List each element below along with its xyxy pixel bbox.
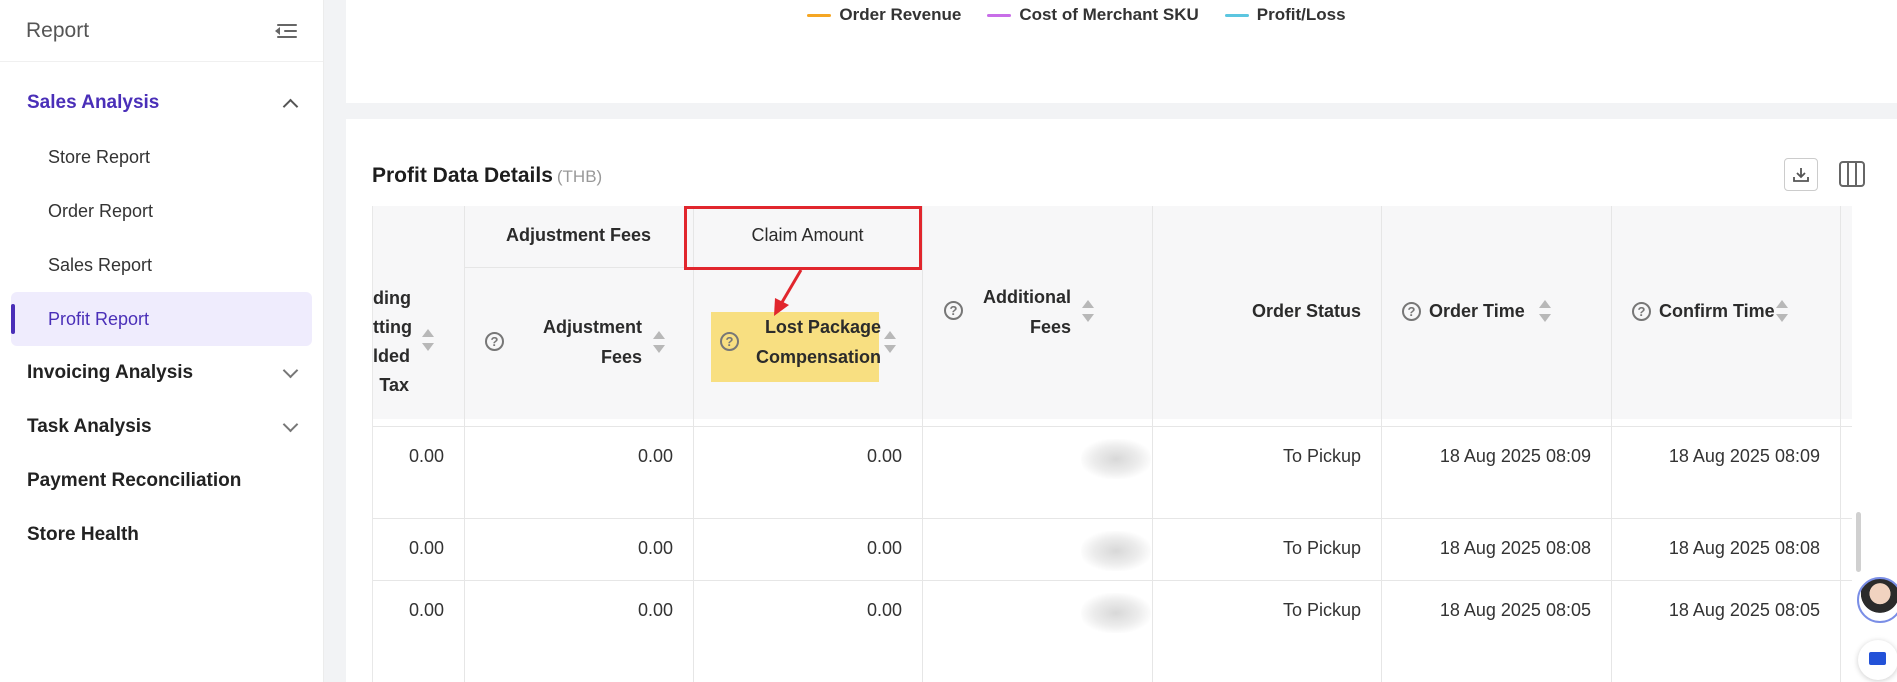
download-icon <box>1793 167 1809 182</box>
cell-adjustment-fees: 0.00 <box>637 600 673 620</box>
nav-item-label: Order Report <box>48 200 154 221</box>
cell-order-status: To Pickup <box>1282 600 1361 620</box>
nav-item-order-report[interactable]: Order Report <box>11 184 312 238</box>
nav-item-profit-report[interactable]: Profit Report <box>11 292 312 346</box>
group-header-adjustment-fees: Adjustment Fees <box>505 225 652 245</box>
sort-icon[interactable] <box>1775 299 1789 323</box>
panel-title-text: Profit Data Details <box>372 164 553 187</box>
legend-label: Order Revenue <box>839 5 962 24</box>
blurred-value <box>1081 531 1151 571</box>
annotation-arrow-icon <box>774 269 803 316</box>
sort-icon[interactable] <box>1081 299 1095 323</box>
column-header-order-status: Order Status <box>1251 301 1361 321</box>
header-line: Additional <box>983 287 1071 307</box>
download-button[interactable] <box>1784 158 1818 191</box>
chat-button[interactable] <box>1858 640 1897 680</box>
nav-group-payment-reconciliation[interactable]: Payment Reconciliation <box>0 456 324 506</box>
chat-icon <box>1869 652 1886 665</box>
sort-icon[interactable] <box>1538 299 1552 323</box>
sort-icon[interactable] <box>421 328 435 352</box>
columns-icon <box>1839 161 1865 187</box>
legend-item-order-revenue[interactable]: Order Revenue <box>807 5 961 25</box>
blurred-value <box>1081 593 1151 633</box>
currency-unit: (THB) <box>556 167 603 186</box>
help-icon[interactable]: ? <box>1632 302 1651 321</box>
column-settings-button[interactable] <box>1837 159 1867 189</box>
collapse-sidebar-icon[interactable] <box>273 19 297 43</box>
profit-details-panel: Profit Data Details (THB) Adjustment Fees <box>346 119 1897 682</box>
legend-item-profit-loss[interactable]: Profit/Loss <box>1224 5 1346 25</box>
legend-item-cost-of-merchant-sku[interactable]: Cost of Merchant SKU <box>987 5 1199 25</box>
nav-group-label: Sales Analysis <box>27 92 160 113</box>
legend-swatch <box>987 13 1012 17</box>
column-header-adjustment-fees[interactable]: Adjustment Fees <box>523 312 642 372</box>
chevron-down-icon <box>282 362 299 378</box>
cell-adjustment-fees: 0.00 <box>637 538 673 558</box>
nav-group-task-analysis[interactable]: Task Analysis <box>0 402 324 452</box>
header-line: lded <box>373 346 411 366</box>
sidebar-header: Report <box>0 0 323 62</box>
legend-label: Cost of Merchant SKU <box>1019 5 1199 24</box>
cell-confirm-time: 18 Aug 2025 08:05 <box>1668 600 1820 620</box>
cell-order-time: 18 Aug 2025 08:05 <box>1439 600 1591 620</box>
nav-item-label: Store Report <box>48 146 151 167</box>
nav-item-sales-report[interactable]: Sales Report <box>11 238 312 292</box>
nav-item-label: Profit Report <box>48 308 150 329</box>
column-header-partial: ding tting lded Tax <box>373 284 412 400</box>
help-icon[interactable]: ? <box>944 301 963 320</box>
cell-order-time: 18 Aug 2025 08:08 <box>1439 538 1591 558</box>
sort-icon[interactable] <box>652 330 666 354</box>
chevron-up-icon <box>282 98 299 114</box>
header-line: tting <box>373 317 412 337</box>
profit-data-table: Adjustment Fees Claim Amount ding tting … <box>372 206 1852 682</box>
header-line: Fees <box>600 347 642 367</box>
help-icon[interactable]: ? <box>485 332 504 351</box>
nav-item-label: Sales Report <box>48 254 153 275</box>
help-icon[interactable]: ? <box>1402 302 1421 321</box>
column-header-lost-package-compensation[interactable]: Lost Package Compensation <box>733 312 881 372</box>
sort-icon[interactable] <box>883 330 897 354</box>
cell-lost-package: 0.00 <box>866 600 902 620</box>
cell-tax: 0.00 <box>408 600 444 620</box>
cell-confirm-time: 18 Aug 2025 08:09 <box>1668 446 1820 466</box>
nav-group-label: Task Analysis <box>27 416 152 437</box>
sidebar-title: Report <box>26 18 90 42</box>
table-scrollbar[interactable] <box>1856 512 1861 572</box>
nav-group-invoicing-analysis[interactable]: Invoicing Analysis <box>0 348 324 398</box>
nav-item-store-report[interactable]: Store Report <box>11 130 312 184</box>
cell-lost-package: 0.00 <box>866 446 902 466</box>
nav-group-label: Store Health <box>27 524 139 545</box>
cell-confirm-time: 18 Aug 2025 08:08 <box>1668 538 1820 558</box>
annotation-red-box <box>684 206 922 270</box>
sidebar: Report Sales Analysis Store Report Order… <box>0 0 324 682</box>
cell-tax: 0.00 <box>408 446 444 466</box>
header-line: ding <box>373 288 411 308</box>
cell-order-status: To Pickup <box>1282 446 1361 466</box>
header-line: Compensation <box>755 347 881 367</box>
chart-legend: Order Revenue Cost of Merchant SKU Profi… <box>346 5 1897 25</box>
cell-lost-package: 0.00 <box>866 538 902 558</box>
nav-group-sales-analysis[interactable]: Sales Analysis <box>0 78 324 128</box>
cell-order-time: 18 Aug 2025 08:09 <box>1439 446 1591 466</box>
header-line: Tax <box>379 375 409 395</box>
legend-swatch <box>1224 13 1249 17</box>
legend-swatch <box>807 13 832 17</box>
nav-group-label: Invoicing Analysis <box>27 362 194 383</box>
support-agent-avatar[interactable] <box>1857 577 1897 623</box>
panel-title: Profit Data Details (THB) <box>372 164 602 188</box>
nav-group-store-health[interactable]: Store Health <box>0 510 324 560</box>
column-header-order-time[interactable]: Order Time <box>1429 296 1549 326</box>
blurred-value <box>1081 439 1151 479</box>
header-line: Fees <box>1029 317 1071 337</box>
legend-label: Profit/Loss <box>1256 5 1346 24</box>
cell-tax: 0.00 <box>408 538 444 558</box>
column-header-additional-fees[interactable]: Additional Fees <box>973 282 1071 342</box>
chevron-down-icon <box>282 416 299 432</box>
header-line: Adjustment <box>543 317 642 337</box>
nav-group-label: Payment Reconciliation <box>27 470 242 491</box>
chart-panel: Order Revenue Cost of Merchant SKU Profi… <box>346 0 1897 103</box>
cell-adjustment-fees: 0.00 <box>637 446 673 466</box>
cell-order-status: To Pickup <box>1282 538 1361 558</box>
